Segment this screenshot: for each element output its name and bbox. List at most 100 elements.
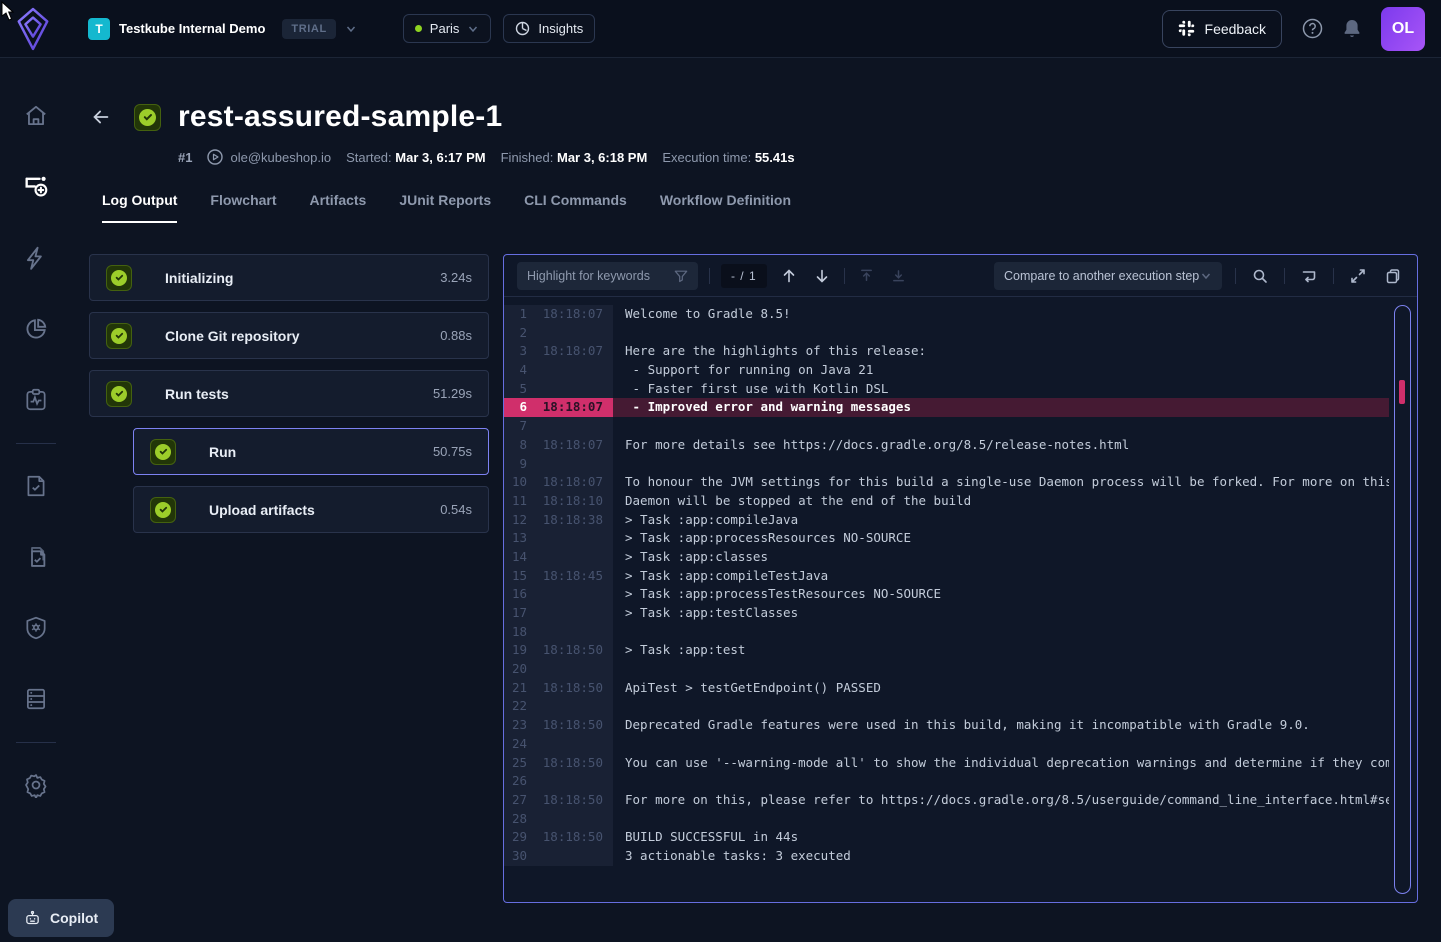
question-circle-icon	[1302, 18, 1323, 39]
execution-author: ole@kubeshop.io	[207, 149, 331, 165]
step-duration: 50.75s	[433, 444, 472, 459]
log-line-number: 6	[504, 398, 534, 417]
log-line-number: 2	[504, 324, 534, 343]
monitoring-icon[interactable]	[22, 386, 50, 414]
next-match-button[interactable]	[811, 268, 833, 284]
log-line-text: BUILD SUCCESSFUL in 44s	[613, 828, 1389, 847]
insights-icon[interactable]	[22, 315, 50, 343]
tab-flowchart[interactable]: Flowchart	[210, 192, 276, 223]
insights-button[interactable]: Insights	[503, 14, 595, 43]
log-line-number: 27	[504, 791, 534, 810]
execution-time: Execution time: 55.41s	[662, 150, 794, 165]
log-line-timestamp: 18:18:10	[534, 492, 613, 511]
log-line-text	[613, 697, 1389, 716]
started-at: Started: Mar 3, 6:17 PM	[346, 150, 485, 165]
log-line-timestamp: 18:18:50	[534, 828, 613, 847]
settings-icon[interactable]	[22, 771, 50, 799]
environment-name: Paris	[430, 21, 460, 36]
toolbar-divider	[1333, 268, 1334, 284]
insights-label: Insights	[538, 21, 583, 36]
log-line-text: Welcome to Gradle 8.5!	[613, 305, 1389, 324]
log-line: 20	[504, 660, 1389, 679]
log-line: 9	[504, 455, 1389, 474]
log-line-text: To honour the JVM settings for this buil…	[613, 473, 1389, 492]
tab-junit-reports[interactable]: JUnit Reports	[399, 192, 491, 223]
user-avatar[interactable]: OL	[1381, 7, 1425, 51]
environment-selector[interactable]: Paris	[403, 14, 492, 43]
log-line-timestamp	[534, 361, 613, 380]
toolbar-divider	[844, 268, 845, 284]
tests-icon[interactable]	[22, 472, 50, 500]
log-line: 13 > Task :app:processResources NO-SOURC…	[504, 529, 1389, 548]
back-button[interactable]	[89, 105, 113, 129]
log-line-number: 17	[504, 604, 534, 623]
log-line-text: - Support for running on Java 21	[613, 361, 1389, 380]
tab-cli-commands[interactable]: CLI Commands	[524, 192, 627, 223]
triggers-icon[interactable]	[22, 244, 50, 272]
bell-icon	[1343, 19, 1361, 39]
log-line-text	[613, 660, 1389, 679]
log-content[interactable]: 1 18:18:07 Welcome to Gradle 8.5! 2 3 18…	[504, 297, 1417, 902]
step-card-initializing[interactable]: Initializing 3.24s	[89, 254, 489, 301]
step-card-clone-git-repository[interactable]: Clone Git repository 0.88s	[89, 312, 489, 359]
log-line-timestamp: 18:18:07	[534, 342, 613, 361]
log-line-number: 24	[504, 735, 534, 754]
workflows-icon[interactable]	[22, 173, 50, 201]
copilot-button[interactable]: Copilot	[8, 899, 114, 937]
slack-icon	[1178, 20, 1195, 37]
copilot-label: Copilot	[50, 910, 98, 926]
home-icon[interactable]	[22, 102, 50, 130]
log-line-number: 16	[504, 585, 534, 604]
log-line-text: Deprecated Gradle features were used in …	[613, 716, 1389, 735]
log-line-number: 10	[504, 473, 534, 492]
test-suites-icon[interactable]	[22, 543, 50, 571]
scroll-to-bottom-button[interactable]	[888, 268, 909, 283]
step-status-icon	[106, 265, 132, 291]
sidebar	[0, 58, 72, 942]
executors-icon[interactable]	[22, 685, 50, 713]
notifications-button[interactable]	[1343, 19, 1361, 39]
tab-artifacts[interactable]: Artifacts	[310, 192, 367, 223]
step-card-run-tests[interactable]: Run tests 51.29s	[89, 370, 489, 417]
log-line: 10 18:18:07 To honour the JVM settings f…	[504, 473, 1389, 492]
scroll-to-top-button[interactable]	[856, 268, 877, 283]
log-line-number: 11	[504, 492, 534, 511]
step-card-run[interactable]: Run 50.75s	[133, 428, 489, 475]
log-output-panel: Highlight for keywords - / 1	[503, 254, 1418, 903]
main-content: rest-assured-sample-1 #1 ole@kubeshop.io…	[72, 58, 1441, 903]
log-line-text: ApiTest > testGetEndpoint() PASSED	[613, 679, 1389, 698]
tab-workflow-definition[interactable]: Workflow Definition	[660, 192, 791, 223]
highlight-keywords-input[interactable]: Highlight for keywords	[517, 262, 698, 290]
log-line: 26	[504, 772, 1389, 791]
shield-gear-icon[interactable]	[22, 614, 50, 642]
log-line-number: 25	[504, 754, 534, 773]
highlight-position-marker	[1399, 380, 1405, 404]
topbar: T Testkube Internal Demo TRIAL Paris Ins…	[0, 0, 1441, 58]
feedback-button[interactable]: Feedback	[1162, 10, 1282, 48]
plan-badge: TRIAL	[282, 19, 335, 39]
tab-log-output[interactable]: Log Output	[102, 192, 177, 223]
log-line-timestamp: 18:18:50	[534, 754, 613, 773]
help-button[interactable]	[1302, 18, 1323, 39]
compare-step-select[interactable]: Compare to another execution step	[994, 262, 1222, 290]
log-line: 11 18:18:10 Daemon will be stopped at th…	[504, 492, 1389, 511]
log-scrollbar[interactable]	[1394, 305, 1411, 894]
log-line-timestamp	[534, 623, 613, 642]
fullscreen-button[interactable]	[1347, 268, 1369, 284]
log-line: 5 - Faster first use with Kotlin DSL	[504, 380, 1389, 399]
log-line: 12 18:18:38 > Task :app:compileJava	[504, 511, 1389, 530]
log-line-text: 3 actionable tasks: 3 executed	[613, 847, 1389, 866]
search-button[interactable]	[1249, 268, 1271, 284]
step-card-upload-artifacts[interactable]: Upload artifacts 0.54s	[133, 486, 489, 533]
log-line-timestamp	[534, 380, 613, 399]
gauge-icon	[515, 21, 530, 36]
word-wrap-button[interactable]	[1298, 268, 1320, 284]
previous-match-button[interactable]	[778, 268, 800, 284]
copy-button[interactable]	[1382, 268, 1404, 284]
log-line: 3 18:18:07 Here are the highlights of th…	[504, 342, 1389, 361]
workspace-switcher[interactable]: T Testkube Internal Demo TRIAL	[88, 18, 357, 40]
testkube-logo[interactable]	[14, 6, 52, 52]
log-line-timestamp	[534, 772, 613, 791]
log-line-text: > Task :app:compileTestJava	[613, 567, 1389, 586]
log-line: 23 18:18:50 Deprecated Gradle features w…	[504, 716, 1389, 735]
